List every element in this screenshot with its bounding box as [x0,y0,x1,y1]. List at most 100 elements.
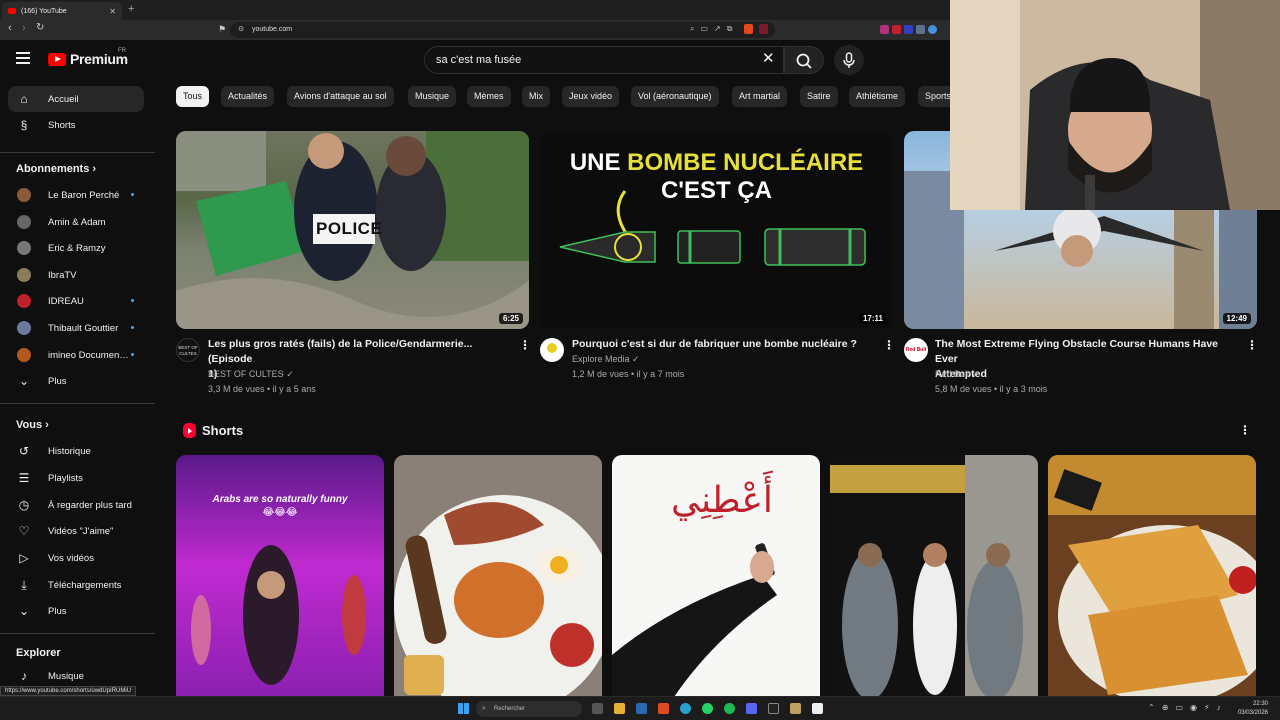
chip[interactable]: Sports [918,86,950,107]
bookmark-icon[interactable]: ⚑ [218,24,226,35]
store-icon[interactable] [636,703,647,714]
chip[interactable]: Mix [522,86,550,107]
sidebar-item-your-videos[interactable]: ▷ Vos vidéos [8,545,144,571]
back-icon[interactable]: ‹ [8,22,12,34]
sidebar-item-watch-later[interactable]: ◷ À regarder plus tard [8,492,144,518]
subscriptions-heading[interactable]: Abonnements › [16,163,96,175]
brave-rewards-icon[interactable] [759,24,768,34]
chip[interactable]: Vol (aéronautique) [631,86,719,107]
sidebar-sub-item[interactable]: Thibault Gouttier [8,315,144,341]
taskbar-clock[interactable]: 22:30 03/03/2026 [1238,700,1268,718]
short-thumbnail[interactable] [394,455,602,700]
channel-avatar[interactable]: Red Bull [904,338,928,362]
sidebar-item-shorts[interactable]: § Shorts [8,112,144,138]
brave-browser-icon[interactable] [658,703,669,714]
channel-name[interactable]: Explore Media ✓ [572,352,640,367]
windows-start-icon[interactable] [458,703,469,714]
extension-icon[interactable] [892,25,901,34]
whatsapp-icon[interactable] [702,703,713,714]
extension-icon[interactable] [916,25,925,34]
sidebar-sub-item[interactable]: Amin & Adam [8,209,144,235]
sidebar-sub-item[interactable]: imineo Documen… [8,342,144,368]
shorts-icon: § [20,118,28,132]
reload-icon[interactable]: ↻ [36,22,44,33]
shorts-logo-icon [183,423,196,438]
chip[interactable]: Art martial [732,86,788,107]
task-view-icon[interactable] [592,703,603,714]
extension-icon[interactable] [904,25,913,34]
app-icon[interactable] [790,703,801,714]
short-thumbnail[interactable] [1048,455,1256,700]
sidebar-sub-item[interactable]: IbraTV [8,262,144,288]
voice-search-button[interactable] [834,45,864,75]
youtube-logo[interactable]: Premium FR [48,48,128,67]
brave-shield-icon[interactable] [744,24,753,34]
sidebar-subs-more[interactable]: ⌄ Plus [8,368,144,394]
system-tray[interactable]: ⌃⊕▭◉⚡♪ [1148,703,1228,712]
video-title[interactable]: Pourquoi c'est si dur de fabriquer une b… [572,337,872,352]
site-info-icon[interactable]: ⚙ [238,22,244,38]
sidebar-sub-item[interactable]: IDREAU [8,288,144,314]
browser-tab[interactable]: (166) YouTube ✕ [2,2,122,20]
verified-icon: ✓ [632,354,640,364]
chip[interactable]: Jeux vidéo [562,86,620,107]
shorts-shelf-title: Shorts [183,423,243,438]
chevron-down-icon: ⌄ [18,374,30,388]
sidebar-item-historique[interactable]: ↺ Historique [8,438,144,464]
close-tab-icon[interactable]: ✕ [109,7,116,16]
video-thumbnail[interactable]: POLICE 6:25 [176,131,529,329]
explore-media-logo-icon [547,343,557,353]
sidebar-divider [0,403,155,404]
new-tab-icon[interactable]: + [128,3,134,15]
more-options-icon[interactable]: ⋮ [519,338,531,352]
file-explorer-icon[interactable] [614,703,625,714]
sidebar-item-label: Téléchargements [48,579,122,591]
more-options-icon[interactable]: ⋮ [883,338,895,352]
more-options-icon[interactable]: ⋮ [1246,338,1258,352]
search-input[interactable]: sa c'est ma fusée [424,46,784,74]
video-thumbnail[interactable]: UNE BOMBE NUCLÉAIRE C'EST ÇA 17:11 [540,131,893,329]
extension-icon[interactable] [928,25,937,34]
search-button[interactable] [784,46,824,74]
shelf-more-options-icon[interactable]: ⋮ [1239,423,1251,437]
forward-icon[interactable]: › [22,22,26,34]
extension-icon[interactable] [880,25,889,34]
short-thumbnail[interactable] [830,455,1038,700]
sidebar-item-downloads[interactable]: ⤓ Téléchargements [8,572,144,598]
notion-icon[interactable] [812,703,823,714]
chip[interactable]: Satire [800,86,838,107]
chip[interactable]: Mèmes [467,86,511,107]
video-title[interactable]: The Most Extreme Flying Obstacle Course … [935,337,1240,382]
chevron-right-icon: › [45,419,49,431]
webcam-image [950,0,1280,210]
short-thumbnail[interactable]: Arabs are so naturally funny 😂😂😂 [176,455,384,700]
telegram-icon[interactable] [680,703,691,714]
download-icon: ⤓ [21,577,27,592]
chip-tous[interactable]: Tous [176,86,210,107]
channel-avatar[interactable]: BEST OF CULTES [176,338,200,362]
channel-avatar[interactable] [540,338,564,362]
short-thumbnail[interactable]: أَعْطِنِي [612,455,820,700]
spotify-icon[interactable] [724,703,735,714]
chip[interactable]: Athlétisme [849,86,906,107]
sidebar-sub-item[interactable]: Le Baron Perché [8,182,144,208]
sidebar-item-playlists[interactable]: ☰ Playlists [8,465,144,491]
you-heading[interactable]: Vous › [16,419,49,431]
chip[interactable]: Musique [408,86,457,107]
obs-icon[interactable] [768,703,779,714]
sidebar-sub-item[interactable]: Eric & Ramzy [8,235,144,261]
channel-name[interactable]: Red Bull ✓ [935,367,979,382]
channel-name[interactable]: BEST OF CULTES ✓ [208,367,294,382]
chip[interactable]: Avions d'attaque au sol [287,86,394,107]
sidebar-item-liked[interactable]: ♡ Vidéos "J'aime" [8,518,144,544]
chip[interactable]: Actualités [221,86,275,107]
url-actions[interactable]: ⌕▭↗⧉ [690,24,738,34]
sidebar-divider [0,633,155,634]
sidebar-you-more[interactable]: ⌄ Plus [8,598,144,624]
clear-search-icon[interactable]: ✕ [762,49,775,67]
menu-icon[interactable] [16,52,30,67]
taskbar-search[interactable]: ⌕ Rechercher [476,701,582,717]
verified-icon: ✓ [286,369,294,379]
sidebar-item-accueil[interactable]: ⌂ Accueil [8,86,144,112]
discord-icon[interactable] [746,703,757,714]
